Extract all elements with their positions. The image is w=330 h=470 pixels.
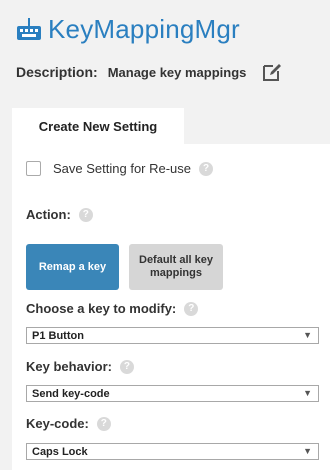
app-header: KeyMappingMgr [16, 14, 240, 45]
help-icon[interactable]: ? [199, 161, 214, 176]
tab-create-new-setting[interactable]: Create New Setting [12, 108, 184, 145]
save-setting-checkbox[interactable] [26, 161, 41, 176]
key-code-value: Caps Lock [32, 445, 88, 458]
description-label: Description: [16, 64, 98, 80]
tab-label: Create New Setting [38, 119, 158, 134]
action-label: Action: [26, 207, 71, 222]
keyboard-icon [17, 17, 41, 40]
help-icon[interactable]: ? [184, 301, 199, 316]
help-icon[interactable]: ? [96, 416, 111, 431]
choose-key-value: P1 Button [32, 329, 84, 342]
help-icon[interactable]: ? [78, 207, 93, 222]
edit-icon[interactable] [260, 60, 284, 84]
chevron-down-icon: ▼ [303, 446, 312, 456]
key-code-label: Key-code: [26, 416, 89, 431]
key-behavior-label: Key behavior: [26, 359, 112, 374]
save-setting-row: Save Setting for Re-use ? [26, 161, 214, 176]
key-code-select[interactable]: Caps Lock ▼ [26, 443, 319, 460]
app-title: KeyMappingMgr [48, 14, 240, 44]
key-behavior-value: Send key-code [32, 387, 110, 400]
chevron-down-icon: ▼ [303, 330, 312, 340]
key-behavior-select[interactable]: Send key-code ▼ [26, 385, 319, 402]
remap-key-button[interactable]: Remap a key [26, 244, 119, 290]
chevron-down-icon: ▼ [303, 388, 312, 398]
remap-key-label: Remap a key [38, 260, 107, 273]
action-label-row: Action: ? [26, 207, 93, 222]
description-row: Description: Manage key mappings [16, 60, 284, 84]
description-value: Manage key mappings [107, 64, 247, 80]
key-behavior-label-row: Key behavior: ? [26, 359, 134, 374]
choose-key-label: Choose a key to modify: [26, 301, 177, 316]
choose-key-select[interactable]: P1 Button ▼ [26, 327, 319, 344]
choose-key-label-row: Choose a key to modify: ? [26, 301, 199, 316]
key-code-label-row: Key-code: ? [26, 416, 111, 431]
save-setting-label: Save Setting for Re-use [53, 161, 192, 176]
default-all-button[interactable]: Default all key mappings [129, 244, 223, 290]
help-icon[interactable]: ? [119, 359, 134, 374]
default-all-label: Default all key mappings [139, 254, 213, 279]
